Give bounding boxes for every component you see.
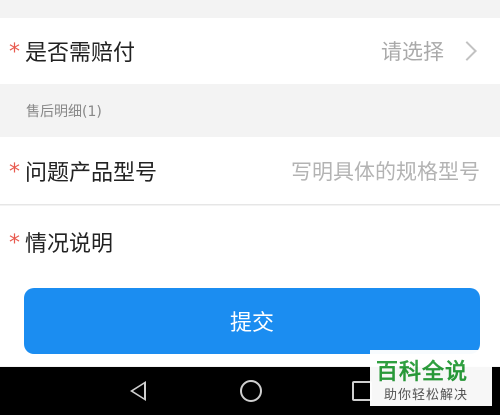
required-mark: * [9,231,20,256]
home-icon[interactable] [240,380,262,402]
compensation-select-value[interactable]: 请选择 [381,36,444,66]
section-header: 售后明细(1) [0,84,500,137]
back-icon[interactable] [130,381,146,401]
product-model-label: 问题产品型号 [25,160,158,186]
description-label: 情况说明 [25,232,114,257]
description-row[interactable]: * 情况说明 [0,206,500,278]
product-model-row[interactable]: * 问题产品型号 写明具体的规格型号 [0,137,500,205]
section-title: 售后明细(1) [26,103,102,120]
top-strip [0,0,500,18]
compensation-label: 是否需赔付 [25,41,136,66]
submit-button[interactable]: 提交 [24,288,480,354]
compensation-row[interactable]: * 是否需赔付 请选择 [0,18,500,84]
chevron-right-icon [457,41,477,61]
watermark-main-text: 百科全说 [376,360,469,385]
recent-apps-icon[interactable] [352,381,372,401]
watermark-logo: 百科全说 助你轻松解决 [370,350,492,406]
required-mark: * [9,159,20,185]
required-mark: * [9,40,20,65]
watermark-sub-text: 助你轻松解决 [384,388,469,403]
product-model-input[interactable]: 写明具体的规格型号 [291,156,480,186]
